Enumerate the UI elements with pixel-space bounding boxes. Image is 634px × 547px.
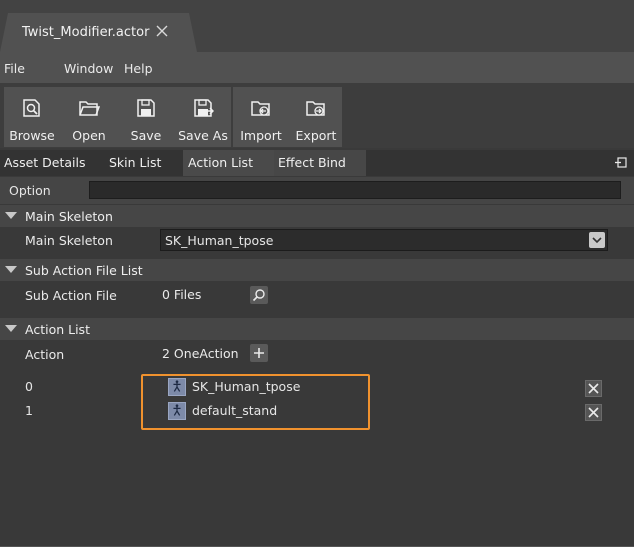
property-panel: Main Skeleton Main Skeleton SK_Human_tpo… <box>0 204 634 547</box>
pin-icon[interactable] <box>615 156 628 169</box>
tab-asset-details[interactable]: Asset Details <box>0 150 103 176</box>
save-label: Save <box>130 128 162 143</box>
browse-label: Browse <box>9 128 55 143</box>
menu-help[interactable]: Help <box>124 61 153 76</box>
save-as-button[interactable]: Save As <box>175 87 231 147</box>
close-icon <box>588 383 599 394</box>
action-label: Action <box>25 347 65 362</box>
action-list-section-header[interactable]: Action List <box>0 318 634 340</box>
sub-action-file-count: 0 Files <box>162 287 202 302</box>
tab-label: Skin List <box>109 155 162 170</box>
main-skeleton-label: Main Skeleton <box>25 233 113 248</box>
chevron-down-icon[interactable] <box>589 232 605 248</box>
file-tool-group: Browse Open Save Save As <box>4 87 231 147</box>
save-icon <box>137 99 155 117</box>
main-skeleton-dropdown[interactable]: SK_Human_tpose <box>160 229 608 251</box>
tab-label: Action List <box>188 155 253 170</box>
panel-tabs: Asset Details Skin List Action List Effe… <box>0 150 634 176</box>
sub-action-section-header[interactable]: Sub Action File List <box>0 259 634 281</box>
section-title: Action List <box>25 322 90 337</box>
option-label: Option <box>9 183 51 198</box>
export-button[interactable]: Export <box>288 87 344 147</box>
folder-open-icon <box>79 101 100 116</box>
import-button[interactable]: Import <box>233 87 289 147</box>
browse-button[interactable]: Browse <box>4 87 60 147</box>
remove-action-button[interactable] <box>585 380 602 397</box>
remove-action-button[interactable] <box>585 404 602 421</box>
export-label: Export <box>295 128 337 143</box>
section-title: Sub Action File List <box>25 263 143 278</box>
export-icon <box>306 101 325 116</box>
tab-label: Asset Details <box>4 155 86 170</box>
search-files-button[interactable] <box>250 286 268 304</box>
save-as-icon <box>194 99 214 117</box>
menu-file[interactable]: File <box>4 61 25 76</box>
main-skeleton-section-header[interactable]: Main Skeleton <box>0 205 634 227</box>
import-label: Import <box>240 128 282 143</box>
collapse-arrow-icon <box>5 212 17 219</box>
action-index: 0 <box>25 379 33 394</box>
tab-action-list[interactable]: Action List <box>183 150 274 176</box>
action-index: 1 <box>25 403 33 418</box>
action-count: 2 OneAction <box>162 346 239 361</box>
collapse-arrow-icon <box>5 325 17 332</box>
document-tab[interactable]: Twist_Modifier.actor <box>0 13 197 52</box>
save-as-label: Save As <box>178 128 228 143</box>
main-skeleton-value: SK_Human_tpose <box>165 233 274 248</box>
option-input[interactable] <box>89 181 621 199</box>
tab-skin-list[interactable]: Skin List <box>103 150 183 176</box>
highlight-box <box>141 374 370 430</box>
import-icon <box>251 101 270 116</box>
open-button[interactable]: Open <box>61 87 117 147</box>
sub-action-file-label: Sub Action File <box>25 288 117 303</box>
transfer-tool-group: Import Export <box>233 87 342 147</box>
browse-icon <box>23 99 40 117</box>
close-icon <box>588 407 599 418</box>
collapse-arrow-icon <box>5 266 17 273</box>
option-row: Option <box>0 177 634 204</box>
search-icon <box>252 289 265 302</box>
tab-effect-bind[interactable]: Effect Bind <box>274 150 366 176</box>
add-action-button[interactable] <box>250 344 268 362</box>
tab-label: Effect Bind <box>278 155 346 170</box>
document-tab-bar: Twist_Modifier.actor <box>0 0 634 52</box>
section-title: Main Skeleton <box>25 209 113 224</box>
document-tab-title: Twist_Modifier.actor <box>22 25 150 40</box>
save-button[interactable]: Save <box>118 87 174 147</box>
menu-bar: File Window Help <box>0 52 634 83</box>
plus-icon <box>254 348 264 358</box>
menu-window[interactable]: Window <box>64 61 113 76</box>
toolbar: Browse Open Save Save As Import Export <box>0 83 634 148</box>
open-label: Open <box>72 128 106 143</box>
close-icon[interactable] <box>155 24 169 38</box>
